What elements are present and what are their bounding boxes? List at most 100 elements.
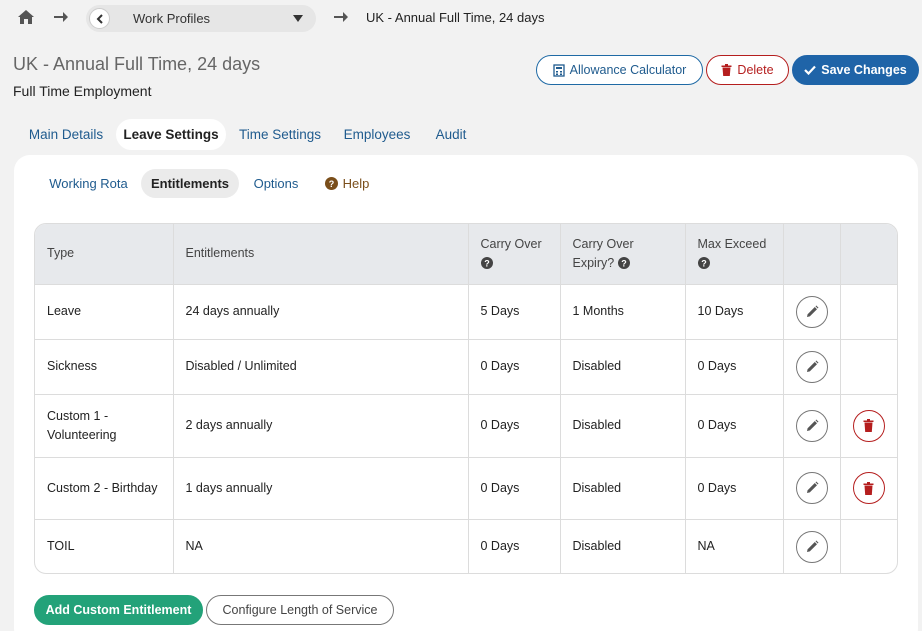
cell-edit bbox=[783, 393, 841, 457]
cell-carry-over: 0 Days bbox=[468, 456, 561, 519]
svg-text:?: ? bbox=[328, 179, 334, 189]
cell-edit bbox=[783, 518, 841, 573]
trash-icon bbox=[863, 481, 874, 495]
cell-carry-over: 0 Days bbox=[468, 338, 561, 394]
question-circle-icon[interactable]: ? bbox=[617, 257, 630, 270]
question-circle-icon[interactable]: ? bbox=[480, 257, 493, 270]
pencil-icon bbox=[806, 360, 818, 372]
header-carry-over: Carry Over ? bbox=[468, 224, 561, 284]
header-max-exceed-label: Max Exceed bbox=[697, 236, 767, 251]
pencil-icon bbox=[806, 540, 818, 552]
edit-button[interactable] bbox=[795, 409, 828, 442]
breadcrumb: Work Profiles UK - Annual Full Time, 24 … bbox=[0, 0, 922, 36]
leave-settings-card: Working Rota Entitlements Options ? Help… bbox=[14, 155, 918, 631]
question-circle-icon[interactable]: ? bbox=[697, 257, 710, 270]
table-row: Custom 2 - Birthday 1 days annually 0 Da… bbox=[35, 456, 897, 519]
cell-entitlement: Disabled / Unlimited bbox=[173, 338, 469, 394]
pencil-icon bbox=[806, 419, 818, 431]
cell-max-exceed: 10 Days bbox=[685, 283, 784, 339]
chevron-down-icon bbox=[293, 15, 303, 22]
arrow-right-icon bbox=[334, 12, 348, 22]
cell-entitlement: 1 days annually bbox=[173, 456, 469, 519]
cell-delete bbox=[840, 518, 897, 573]
svg-text:?: ? bbox=[621, 259, 627, 269]
tab-time-settings[interactable]: Time Settings bbox=[232, 119, 328, 150]
edit-button[interactable] bbox=[795, 530, 828, 563]
cell-type: TOIL bbox=[35, 518, 174, 573]
calculator-icon bbox=[552, 63, 565, 77]
trash-icon bbox=[863, 419, 874, 432]
cell-edit bbox=[783, 456, 841, 519]
cell-entitlement: NA bbox=[173, 518, 469, 573]
header-entitlements: Entitlements bbox=[173, 224, 469, 284]
arrow-right-icon bbox=[54, 12, 68, 22]
cell-carry-over: 5 Days bbox=[468, 283, 561, 339]
cell-expiry: Disabled bbox=[560, 456, 686, 519]
cell-delete bbox=[840, 283, 897, 339]
table-row: Custom 1 - Volunteering 2 days annually … bbox=[35, 393, 897, 457]
home-icon[interactable] bbox=[17, 9, 35, 25]
cell-carry-over: 0 Days bbox=[468, 393, 561, 457]
page-subtitle: Full Time Employment bbox=[13, 83, 152, 99]
header-carry-over-expiry: Carry Over Expiry? ? bbox=[560, 224, 686, 284]
chevron-left-icon[interactable] bbox=[89, 8, 110, 29]
delete-row-button[interactable] bbox=[852, 472, 885, 504]
header-max-exceed: Max Exceed ? bbox=[685, 224, 784, 284]
cell-type: Sickness bbox=[35, 338, 174, 394]
page-title: UK - Annual Full Time, 24 days bbox=[13, 54, 261, 74]
cell-expiry: Disabled bbox=[560, 338, 686, 394]
cell-entitlement: 24 days annually bbox=[173, 283, 469, 339]
subtab-entitlements[interactable]: Entitlements bbox=[141, 169, 239, 198]
subtab-help[interactable]: ? Help bbox=[317, 169, 377, 198]
save-changes-button[interactable]: Save Changes bbox=[792, 55, 919, 85]
cell-type: Custom 1 - Volunteering bbox=[35, 393, 174, 457]
cell-delete bbox=[840, 456, 897, 519]
table-header-row: Type Entitlements Carry Over ? Carry Ove… bbox=[35, 224, 897, 284]
edit-button[interactable] bbox=[795, 295, 828, 328]
delete-row-button[interactable] bbox=[852, 409, 885, 442]
table-row: Leave 24 days annually 5 Days 1 Months 1… bbox=[35, 283, 897, 339]
add-custom-entitlement-button[interactable]: Add Custom Entitlement bbox=[34, 595, 203, 625]
cell-carry-over: 0 Days bbox=[468, 518, 561, 573]
cell-max-exceed: 0 Days bbox=[685, 456, 784, 519]
table-row: Sickness Disabled / Unlimited 0 Days Dis… bbox=[35, 338, 897, 394]
question-circle-icon: ? bbox=[324, 177, 338, 190]
header-delete bbox=[840, 224, 897, 284]
save-changes-label: Save Changes bbox=[821, 63, 907, 77]
cell-expiry: Disabled bbox=[560, 518, 686, 573]
delete-button[interactable]: Delete bbox=[706, 55, 789, 85]
header-edit bbox=[783, 224, 841, 284]
check-icon bbox=[804, 65, 817, 75]
trash-icon bbox=[721, 64, 732, 76]
header-carry-over-label: Carry Over bbox=[480, 236, 542, 251]
cell-edit bbox=[783, 338, 841, 394]
subtab-options[interactable]: Options bbox=[243, 169, 309, 198]
tab-leave-settings[interactable]: Leave Settings bbox=[116, 119, 226, 150]
allowance-calculator-button[interactable]: Allowance Calculator bbox=[536, 55, 703, 85]
svg-text:?: ? bbox=[484, 259, 490, 269]
edit-button[interactable] bbox=[795, 472, 828, 504]
cell-type: Custom 2 - Birthday bbox=[35, 456, 174, 519]
cell-delete bbox=[840, 338, 897, 394]
cell-max-exceed: 0 Days bbox=[685, 393, 784, 457]
dropdown-label: Work Profiles bbox=[133, 11, 211, 26]
cell-expiry: 1 Months bbox=[560, 283, 686, 339]
cell-max-exceed: NA bbox=[685, 518, 784, 573]
cell-max-exceed: 0 Days bbox=[685, 338, 784, 394]
cell-expiry: Disabled bbox=[560, 393, 686, 457]
tab-main-details[interactable]: Main Details bbox=[16, 119, 116, 150]
table-row: TOIL NA 0 Days Disabled NA bbox=[35, 518, 897, 573]
entitlements-table: Type Entitlements Carry Over ? Carry Ove… bbox=[34, 223, 898, 574]
breadcrumb-current: UK - Annual Full Time, 24 days bbox=[366, 10, 545, 25]
tab-audit[interactable]: Audit bbox=[426, 119, 476, 150]
cell-edit bbox=[783, 283, 841, 339]
pencil-icon bbox=[806, 305, 818, 317]
cell-delete bbox=[840, 393, 897, 457]
delete-label: Delete bbox=[737, 63, 774, 77]
tab-employees[interactable]: Employees bbox=[336, 119, 418, 150]
edit-button[interactable] bbox=[795, 350, 828, 383]
pencil-icon bbox=[806, 481, 818, 493]
subtab-working-rota[interactable]: Working Rota bbox=[38, 169, 139, 198]
work-profiles-dropdown[interactable]: Work Profiles bbox=[86, 5, 316, 32]
configure-length-of-service-button[interactable]: Configure Length of Service bbox=[206, 595, 394, 625]
